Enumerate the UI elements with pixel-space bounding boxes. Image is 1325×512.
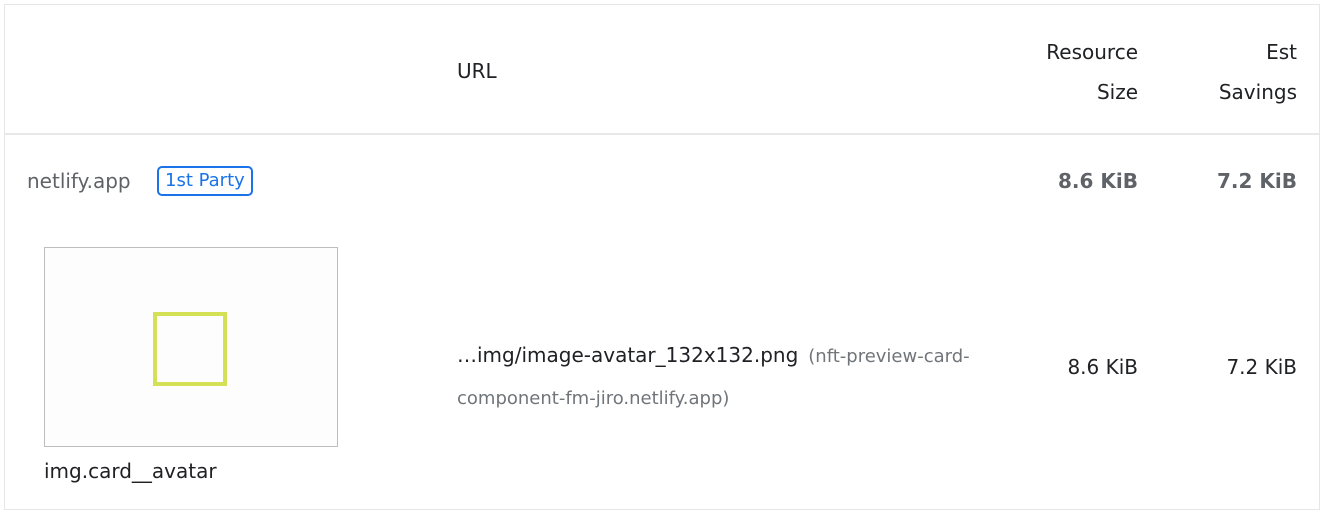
resource-url-cell[interactable]: …img/image-avatar_132x132.png (nft-previe… — [457, 335, 977, 419]
audit-details-table: URL Resource Size Est Savings netlify.ap… — [4, 4, 1320, 510]
column-header-est-savings-line1: Est — [1266, 40, 1297, 64]
column-header-est-savings: Est Savings — [1177, 32, 1297, 112]
group-est-savings: 7.2 KiB — [1217, 169, 1297, 193]
resource-url-path[interactable]: …img/image-avatar_132x132.png — [457, 343, 798, 367]
column-header-est-savings-line2: Savings — [1218, 80, 1297, 104]
table-header: URL Resource Size Est Savings — [5, 5, 1319, 135]
element-highlight-box — [153, 312, 227, 386]
entity-host: netlify.app — [27, 169, 131, 193]
column-header-url: URL — [457, 59, 497, 83]
column-header-resource-size: Resource Size — [1018, 32, 1138, 112]
item-est-savings: 7.2 KiB — [1226, 355, 1297, 379]
column-header-resource-size-line2: Size — [1096, 80, 1138, 104]
column-header-resource-size-line1: Resource — [1046, 40, 1138, 64]
table-row: img.card__avatar …img/image-avatar_132x1… — [5, 231, 1319, 511]
group-resource-size: 8.6 KiB — [1058, 169, 1138, 193]
entity-group-row: netlify.app 1st Party 8.6 KiB 7.2 KiB — [5, 135, 1319, 231]
item-resource-size: 8.6 KiB — [1067, 355, 1138, 379]
element-screenshot-thumbnail[interactable] — [44, 247, 338, 447]
first-party-badge: 1st Party — [157, 166, 253, 196]
node-selector-label[interactable]: img.card__avatar — [44, 459, 217, 483]
